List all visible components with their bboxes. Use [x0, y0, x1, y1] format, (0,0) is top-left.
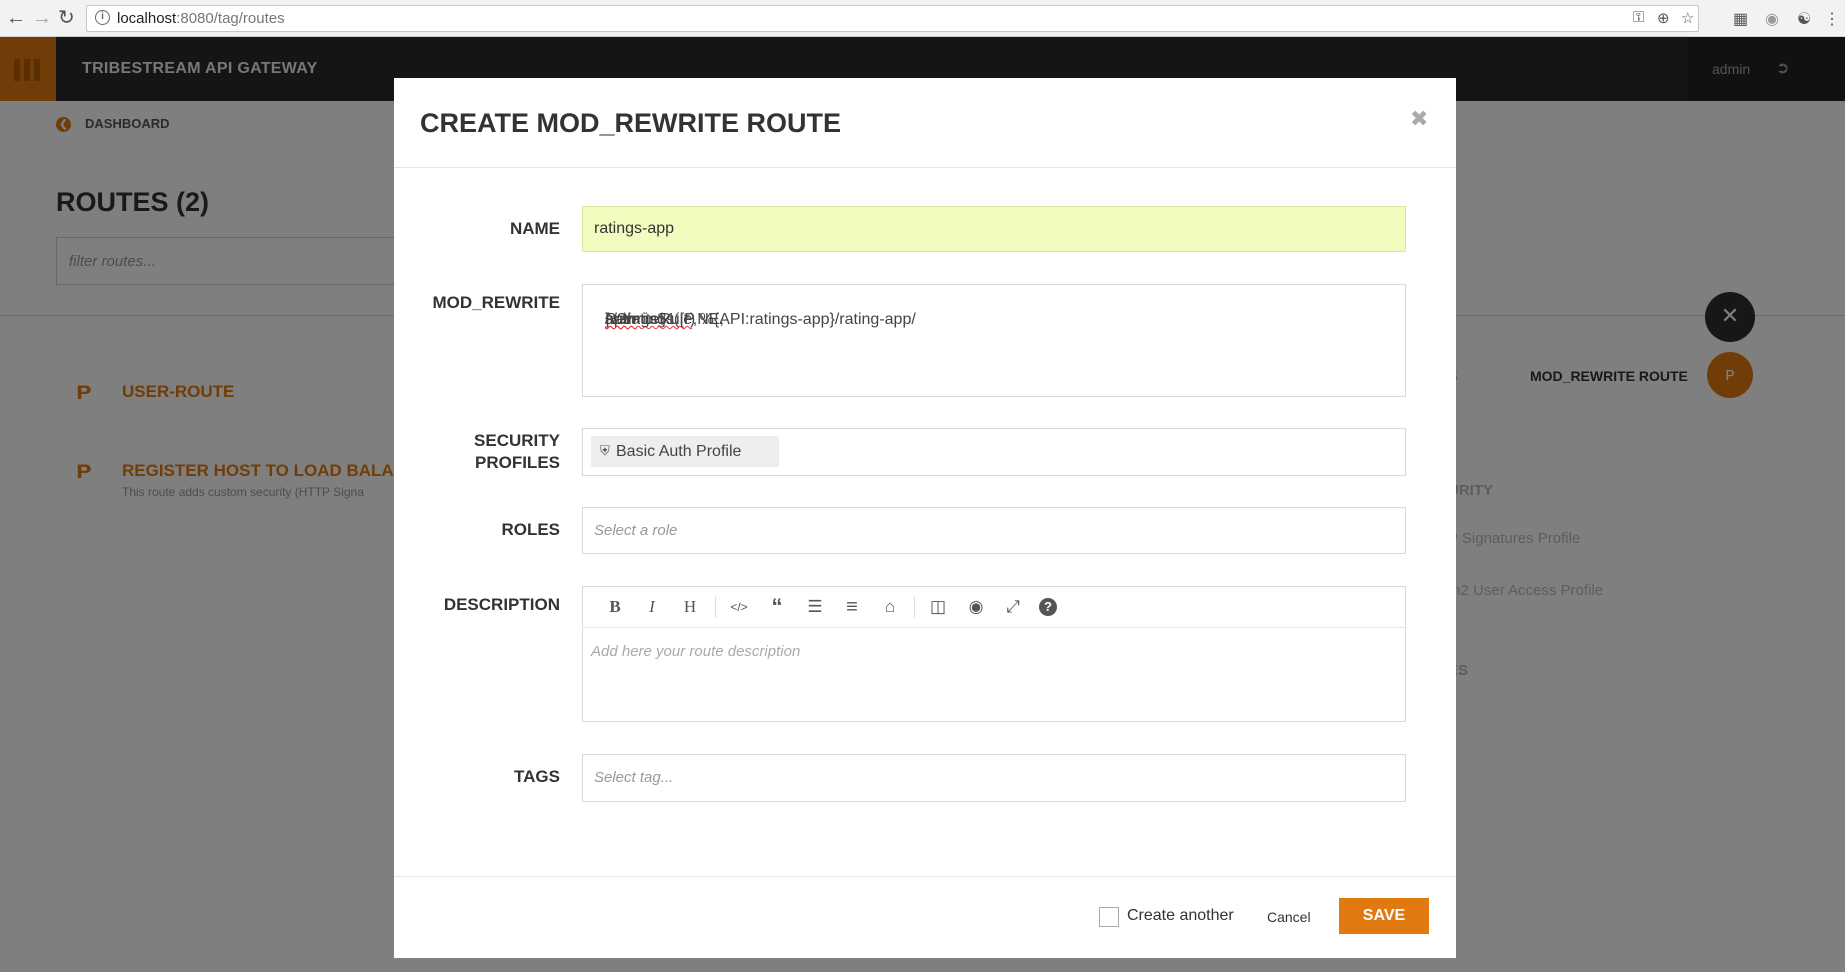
zoom-icon[interactable]: ⊕ — [1657, 9, 1670, 27]
close-icon[interactable]: ✖ — [1410, 106, 1428, 132]
security-profiles-select[interactable]: ⛨ Basic Auth Profile — [582, 428, 1406, 476]
editor-toolbar: B I H </> “ ☰ ≡ ⌂ ◫ ◉ ⤢ ? — [583, 587, 1405, 628]
help-icon[interactable]: ? — [1039, 598, 1057, 616]
name-label: NAME — [509, 219, 560, 238]
italic-icon[interactable]: I — [640, 597, 664, 617]
roles-placeholder: Select a role — [594, 522, 678, 539]
url-text: localhost:8080/tag/routes — [117, 10, 285, 27]
bold-icon[interactable]: B — [603, 597, 627, 617]
extension-3-icon[interactable]: ☯ — [1797, 9, 1811, 29]
ordered-list-icon[interactable]: ≡ — [840, 597, 864, 617]
modal-header: CREATE MOD_REWRITE ROUTE ✖ — [394, 78, 1456, 168]
create-another-checkbox[interactable] — [1099, 907, 1119, 927]
tags-label: TAGS — [514, 767, 560, 786]
browser-toolbar: ← → ↻ i localhost:8080/tag/routes ⚿ ⊕ ☆ … — [0, 0, 1845, 37]
security-label-line: PROFILES — [474, 453, 560, 472]
create-route-modal: CREATE MOD_REWRITE ROUTE ✖ NAME ratings-… — [394, 78, 1456, 958]
chip-label: Basic Auth Profile — [616, 443, 742, 460]
shield-icon: ⛨ — [600, 443, 610, 458]
fullscreen-icon[interactable]: ⤢ — [1001, 597, 1025, 617]
info-icon[interactable]: i — [95, 10, 110, 25]
bookmark-star-icon[interactable]: ☆ — [1681, 9, 1694, 27]
rewrite-text: auth — [605, 311, 637, 328]
tags-placeholder: Select tag... — [594, 769, 674, 786]
heading-icon[interactable]: H — [678, 597, 702, 617]
name-value: ratings-app — [594, 220, 675, 237]
menu-icon[interactable]: ⋮ — [1824, 9, 1840, 29]
code-icon[interactable]: </> — [727, 597, 751, 617]
address-bar[interactable]: i localhost:8080/tag/routes ⚿ ⊕ ☆ — [86, 5, 1699, 32]
url-path: :8080/tag/routes — [176, 10, 285, 27]
name-input[interactable]: ratings-app — [582, 206, 1406, 252]
roles-label: ROLES — [501, 520, 560, 539]
create-another-label[interactable]: Create another — [1127, 907, 1234, 925]
unordered-list-icon[interactable]: ☰ — [803, 597, 827, 617]
extension-icon[interactable]: ▦ — [1733, 9, 1748, 29]
tags-select[interactable]: Select tag... — [582, 754, 1406, 802]
eraser-icon[interactable]: ⌂ — [878, 597, 902, 617]
security-label-line: SECURITY — [474, 431, 560, 450]
description-placeholder: Add here your route description — [591, 643, 801, 660]
toolbar-separator — [914, 596, 915, 618]
roles-select[interactable]: Select a role — [582, 507, 1406, 554]
reload-icon[interactable]: ↻ — [58, 8, 75, 28]
description-editor[interactable]: B I H </> “ ☰ ≡ ⌂ ◫ ◉ ⤢ ? Add here your … — [582, 586, 1406, 722]
security-profile-chip[interactable]: ⛨ Basic Auth Profile — [591, 436, 779, 467]
toolbar-separator — [715, 596, 716, 618]
modal-footer: Create another Cancel SAVE — [394, 876, 1456, 958]
save-button[interactable]: SAVE — [1339, 898, 1429, 934]
forward-icon[interactable]: → — [32, 8, 52, 28]
preview-eye-icon[interactable]: ◉ — [964, 597, 988, 617]
extension-2-icon[interactable]: ◉ — [1765, 9, 1779, 29]
mod-rewrite-label: MOD_REWRITE — [432, 293, 561, 312]
modal-title: CREATE MOD_REWRITE ROUTE — [420, 108, 842, 138]
key-icon[interactable]: ⚿ — [1633, 9, 1644, 26]
url-host: localhost — [117, 10, 177, 27]
quote-icon[interactable]: “ — [765, 596, 789, 618]
side-by-side-icon[interactable]: ◫ — [926, 597, 950, 617]
back-icon[interactable]: ← — [6, 8, 26, 28]
rewrite-text: ] — [605, 311, 610, 328]
description-label: DESCRIPTION — [443, 595, 560, 614]
mod-rewrite-textarea[interactable]: RewriteRule ^/?ratings(.*) %{API:ratings… — [582, 284, 1406, 397]
cancel-button[interactable]: Cancel — [1267, 909, 1311, 925]
security-profiles-label: SECURITY PROFILES — [410, 430, 560, 474]
